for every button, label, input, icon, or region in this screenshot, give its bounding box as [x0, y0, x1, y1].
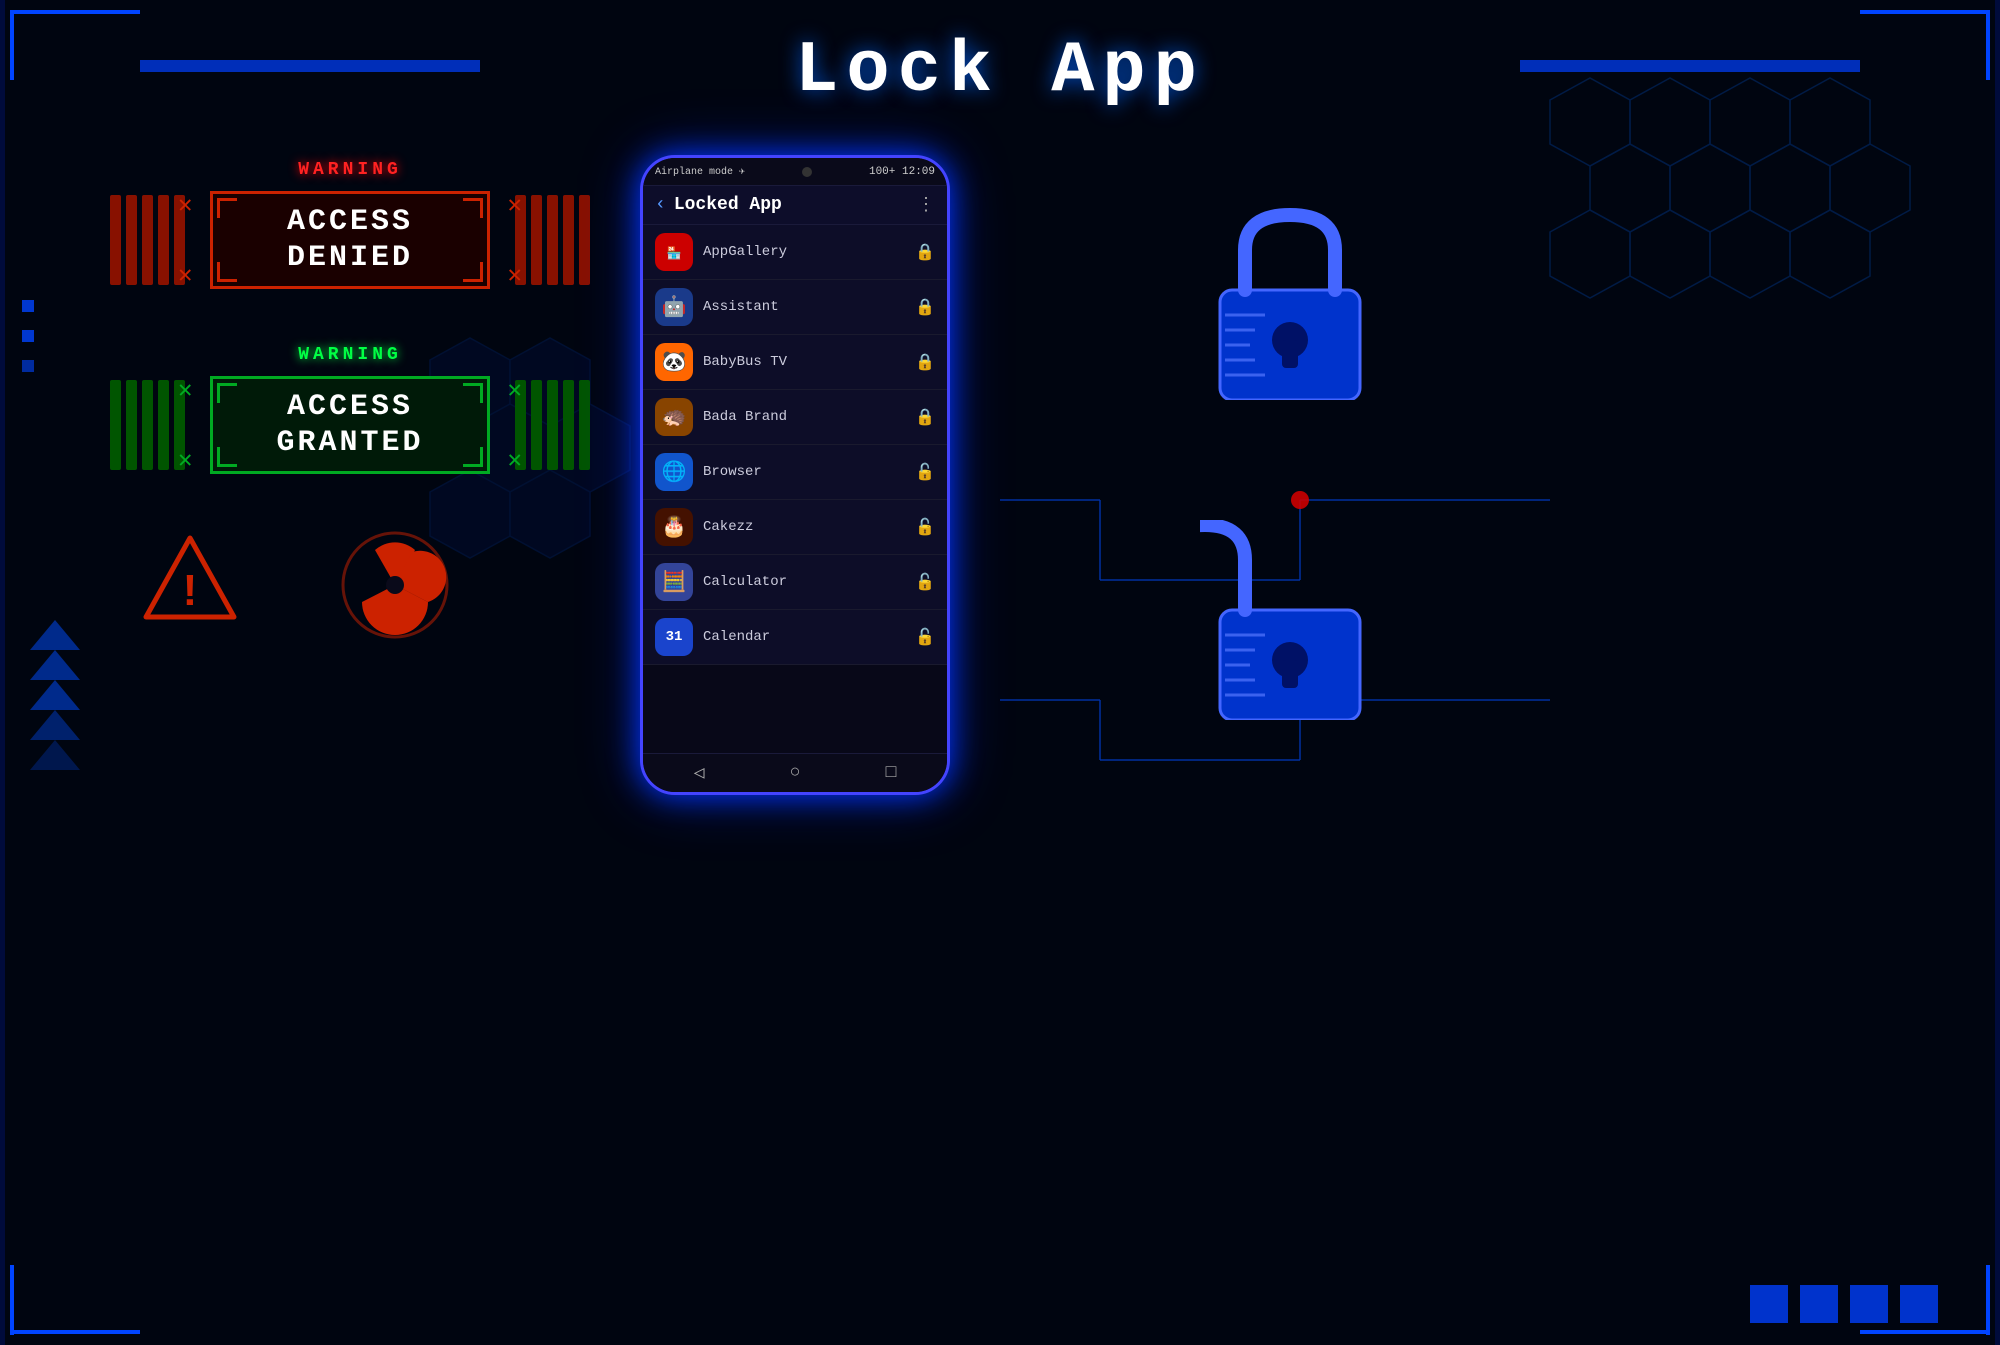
- app-icon-calendar: 31: [655, 618, 693, 656]
- access-granted-text: ACCESS GRANTED: [238, 389, 462, 461]
- app-item-appgallery[interactable]: 🏪 AppGallery 🔒: [643, 225, 947, 280]
- app-name-browser: Browser: [703, 464, 905, 480]
- app-item-browser[interactable]: 🌐 Browser 🔓: [643, 445, 947, 500]
- warning-label-granted: WARNING: [298, 345, 402, 365]
- nav-recent-button[interactable]: □: [886, 763, 897, 783]
- back-button[interactable]: ‹: [655, 195, 666, 215]
- app-name-calendar: Calendar: [703, 629, 905, 645]
- warning-label-denied: WARNING: [298, 160, 402, 180]
- access-denied-section: WARNING: [80, 160, 620, 295]
- more-button[interactable]: ⋮: [917, 194, 935, 216]
- access-denied-text: ACCESS DENIED: [238, 204, 462, 276]
- app-item-bada[interactable]: 🦔 Bada Brand 🔒: [643, 390, 947, 445]
- phone-mockup: Airplane mode ✈ 100+ 12:09 ‹ Locked App …: [640, 155, 950, 795]
- lock-icon-calculator: 🔓: [915, 572, 935, 592]
- app-bar-title: Locked App: [674, 195, 909, 215]
- app-item-cakezz[interactable]: 🎂 Cakezz 🔓: [643, 500, 947, 555]
- unlocked-padlock-icon: [1200, 520, 1380, 725]
- app-icon-browser: 🌐: [655, 453, 693, 491]
- app-icon-babybus: 🐼: [655, 343, 693, 381]
- warning-triangle-icon: !: [140, 530, 240, 625]
- app-item-assistant[interactable]: 🤖 Assistant 🔒: [643, 280, 947, 335]
- lock-icon-assistant: 🔒: [915, 297, 935, 317]
- app-name-cakezz: Cakezz: [703, 519, 905, 535]
- app-item-calendar[interactable]: 31 Calendar 🔓: [643, 610, 947, 665]
- app-name-bada: Bada Brand: [703, 409, 905, 425]
- app-icon-bada: 🦔: [655, 398, 693, 436]
- app-name-assistant: Assistant: [703, 299, 905, 315]
- svg-text:!: !: [183, 566, 198, 615]
- airplane-mode-label: Airplane mode ✈: [655, 166, 745, 178]
- phone-status-bar: Airplane mode ✈ 100+ 12:09: [643, 158, 947, 186]
- phone-app-bar: ‹ Locked App ⋮: [643, 186, 947, 225]
- access-granted-section: WARNING: [80, 345, 620, 480]
- app-item-calculator[interactable]: 🧮 Calculator 🔓: [643, 555, 947, 610]
- app-name-babybus: BabyBus TV: [703, 354, 905, 370]
- radiation-icon: [340, 530, 450, 640]
- page-title: Lock App: [795, 30, 1205, 112]
- lock-icon-bada: 🔒: [915, 407, 935, 427]
- lock-icon-calendar: 🔓: [915, 627, 935, 647]
- lock-icon-appgallery: 🔒: [915, 242, 935, 262]
- lock-icon-babybus: 🔒: [915, 352, 935, 372]
- nav-back-button[interactable]: ◁: [694, 762, 705, 784]
- svg-text:🏪: 🏪: [667, 246, 682, 261]
- locked-padlock-icon: [1200, 200, 1380, 405]
- app-item-babybus[interactable]: 🐼 BabyBus TV 🔒: [643, 335, 947, 390]
- nav-home-button[interactable]: ○: [790, 763, 801, 783]
- app-name-appgallery: AppGallery: [703, 244, 905, 260]
- app-name-calculator: Calculator: [703, 574, 905, 590]
- app-icon-assistant: 🤖: [655, 288, 693, 326]
- lock-icon-browser: 🔓: [915, 462, 935, 482]
- app-list: LOCKEDAPPS UNLOCKEDAPPS 🏪 AppGallery 🔒 🤖…: [643, 225, 947, 753]
- app-icon-calculator: 🧮: [655, 563, 693, 601]
- lock-icon-cakezz: 🔓: [915, 517, 935, 537]
- app-icon-appgallery: 🏪: [655, 233, 693, 271]
- status-time: 100+ 12:09: [869, 166, 935, 178]
- phone-nav-bar: ◁ ○ □: [643, 753, 947, 792]
- app-icon-cakezz: 🎂: [655, 508, 693, 546]
